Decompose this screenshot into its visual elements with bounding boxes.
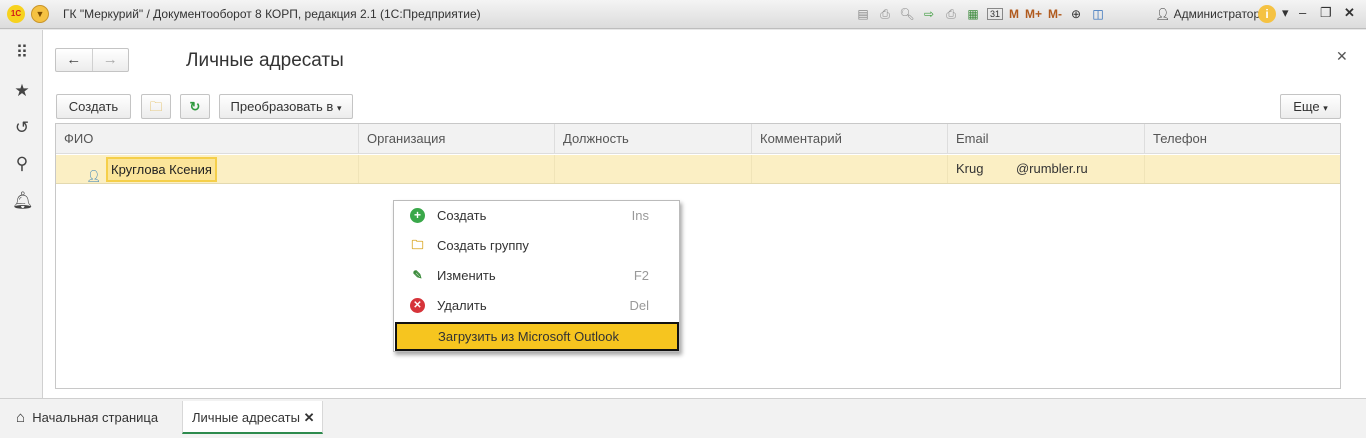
menu-item-shortcut: Del <box>629 298 649 313</box>
info-icon[interactable]: i <box>1258 5 1276 23</box>
tab-label: Личные адресаты <box>192 410 300 425</box>
close-tab-icon[interactable]: ✕ <box>304 410 315 425</box>
menu-item-delete[interactable]: ✕ Удалить Del <box>394 291 679 321</box>
calculator-icon[interactable]: ▦ <box>965 7 981 21</box>
back-button[interactable]: ← <box>56 49 92 71</box>
title-bar: 1С ▼ ГК "Меркурий" / Документооборот 8 К… <box>0 0 1366 29</box>
open-windows-bar: ⌂ Начальная страница Личные адресаты ✕ <box>0 398 1366 438</box>
more-dropdown[interactable]: Еще ▾ <box>1280 94 1341 119</box>
history-icon[interactable]: ↺ <box>12 118 32 138</box>
menu-item-shortcut: F2 <box>633 268 649 283</box>
sidebar: ⠿ ★ ↺ ⚲ 🔔︎ <box>0 30 43 398</box>
menu-item-import-outlook[interactable]: Загрузить из Microsoft Outlook <box>395 322 679 351</box>
table-header: ФИО Организация Должность Комментарий Em… <box>56 124 1340 154</box>
tab-personal-addressees[interactable]: Личные адресаты ✕ <box>182 401 324 434</box>
delete-circle-icon: ✕ <box>410 298 425 313</box>
menu-item-create[interactable]: + Создать Ins <box>394 201 679 231</box>
bell-icon[interactable]: 🔔︎ <box>12 191 34 211</box>
main-menu-button[interactable]: ▼ <box>31 5 49 23</box>
preview-icon[interactable]: 🔍︎ <box>899 7 915 21</box>
forward-button[interactable]: → <box>91 49 129 71</box>
close-window-icon[interactable]: ✕ <box>1344 5 1355 21</box>
restore-icon[interactable]: ❐ <box>1320 5 1332 21</box>
current-user[interactable]: 👤︎ Администратор <box>1155 7 1260 21</box>
user-name: Администратор <box>1173 7 1261 21</box>
chevron-down-icon: ▾ <box>336 103 342 113</box>
plus-circle-icon: + <box>410 208 425 223</box>
memory-plus-button[interactable]: M+ <box>1025 7 1042 21</box>
memory-minus-button[interactable]: M- <box>1048 7 1062 21</box>
column-header[interactable]: Организация <box>359 124 555 154</box>
folder-add-icon: 🗀 <box>411 238 424 252</box>
memory-button[interactable]: M <box>1009 7 1019 21</box>
minimize-icon[interactable]: – <box>1299 5 1306 20</box>
star-icon[interactable]: ★ <box>12 81 32 101</box>
folder-add-icon: 🗀 <box>149 99 163 114</box>
name-cell[interactable]: 👤︎ Круглова Ксения <box>56 155 359 183</box>
info-dropdown-icon[interactable]: ▾ <box>1282 5 1289 21</box>
menu-item-shortcut: Ins <box>631 208 649 223</box>
column-header[interactable]: Должность <box>555 124 752 154</box>
tab-label: Начальная страница <box>32 410 159 425</box>
organization-cell[interactable] <box>359 155 555 183</box>
zoom-icon[interactable]: ⊕ <box>1068 7 1084 21</box>
person-icon: 👤︎ <box>86 169 102 183</box>
1c-logo: 1С <box>7 5 25 23</box>
addressees-table: ФИО Организация Должность Комментарий Em… <box>55 123 1341 389</box>
menu-item-label: Загрузить из Microsoft Outlook <box>438 329 619 344</box>
create-button[interactable]: Создать <box>56 94 131 119</box>
system-toolbar: ▤ ⎙ 🔍︎ ⇨ ⎙ ▦ 31 M M+ M- ⊕ ◫ <box>855 4 1106 24</box>
menu-item-label: Удалить <box>437 298 487 313</box>
context-menu: + Создать Ins 🗀 Создать группу ✎ Изменит… <box>393 200 680 352</box>
page-title: Личные адресаты <box>186 50 344 71</box>
panels-icon[interactable]: ◫ <box>1090 7 1106 21</box>
home-icon: ⌂ <box>16 409 26 426</box>
tab-home[interactable]: ⌂ Начальная страница <box>16 401 172 434</box>
menu-item-label: Создать группу <box>437 238 529 253</box>
window-title: ГК "Меркурий" / Документооборот 8 КОРП, … <box>63 7 481 21</box>
more-label: Еще <box>1293 99 1320 114</box>
comment-cell[interactable] <box>752 155 948 183</box>
send-icon[interactable]: ⇨ <box>921 7 937 21</box>
create-group-button[interactable]: 🗀 <box>141 94 171 119</box>
calendar-icon[interactable]: 31 <box>987 8 1003 20</box>
column-header[interactable]: Телефон <box>1145 124 1342 154</box>
menu-item-label: Изменить <box>437 268 496 283</box>
main-panel: ← → Личные адресаты ✕ Создать 🗀 ↻ Преобр… <box>43 30 1366 398</box>
refresh-button[interactable]: ↻ <box>180 94 210 119</box>
menu-item-label: Создать <box>437 208 487 223</box>
print-copy-icon[interactable]: ⎙ <box>943 7 959 22</box>
menu-item-edit[interactable]: ✎ Изменить F2 <box>394 261 679 291</box>
column-header[interactable]: Комментарий <box>752 124 948 154</box>
search-icon[interactable]: ⚲ <box>12 154 32 174</box>
convert-dropdown[interactable]: Преобразовать в ▾ <box>219 94 353 119</box>
user-icon: 👤︎ <box>1155 7 1171 21</box>
table-row[interactable]: 👤︎ Круглова Ксения Krug @rumbler.ru <box>56 155 1340 184</box>
pencil-icon: ✎ <box>412 268 423 282</box>
column-header[interactable]: ФИО <box>56 124 359 154</box>
refresh-icon: ↻ <box>189 99 201 114</box>
chevron-down-icon: ▾ <box>1323 103 1328 113</box>
apps-grid-icon[interactable]: ⠿ <box>12 43 32 63</box>
menu-item-create-group[interactable]: 🗀 Создать группу <box>394 231 679 261</box>
print-icon[interactable]: ⎙ <box>877 7 893 22</box>
save-icon[interactable]: ▤ <box>855 7 871 21</box>
convert-label: Преобразовать в <box>230 99 334 114</box>
phone-cell[interactable] <box>1145 155 1342 183</box>
column-header[interactable]: Email <box>948 124 1145 154</box>
navigation-buttons: ← → <box>55 48 129 72</box>
name-value[interactable]: Круглова Ксения <box>106 157 217 182</box>
email-cell[interactable]: Krug @rumbler.ru <box>948 155 1145 183</box>
close-form-icon[interactable]: ✕ <box>1336 48 1348 65</box>
position-cell[interactable] <box>555 155 752 183</box>
